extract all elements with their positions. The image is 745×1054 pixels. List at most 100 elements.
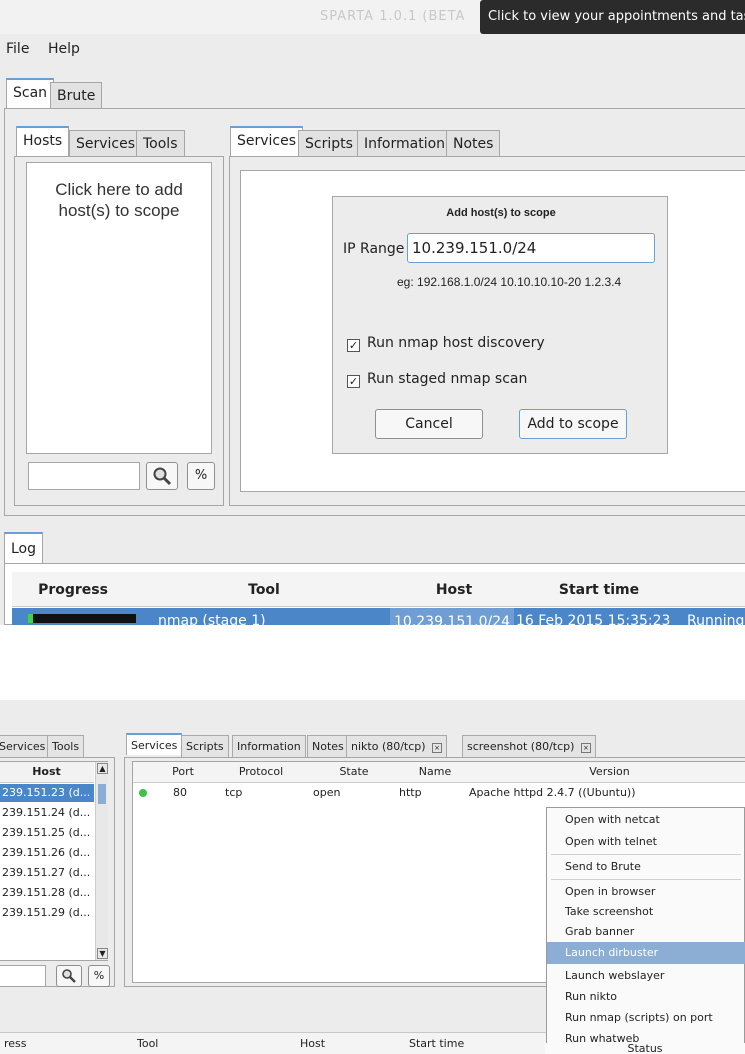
ip-range-input[interactable]: 10.239.151.0/24	[407, 233, 655, 263]
log-header-host: Host	[435, 582, 473, 598]
discovery-label[interactable]: Run nmap host discovery	[367, 335, 545, 351]
header-version: Version	[589, 765, 630, 778]
tab-scripts-2[interactable]: Scripts	[181, 735, 229, 757]
header-state: State	[339, 765, 369, 778]
tab-services[interactable]: Services	[230, 126, 304, 156]
tab-screenshot-label: screenshot (80/tcp)	[467, 740, 575, 753]
scroll-down-icon[interactable]: ▼	[97, 948, 108, 959]
menu-run-nikto[interactable]: Run nikto	[547, 986, 745, 1008]
cancel-button[interactable]: Cancel	[375, 409, 483, 439]
scroll-up-icon[interactable]: ▲	[97, 763, 108, 774]
host-row[interactable]: 239.151.28 (d...	[0, 884, 94, 902]
progress-fill	[28, 614, 34, 623]
log-header-tool: Tool	[248, 582, 280, 598]
tab-scripts[interactable]: Scripts	[298, 130, 360, 156]
hosts-placeholder[interactable]: Click here to add host(s) to scope	[41, 179, 197, 221]
host-row[interactable]: 239.151.25 (d...	[0, 824, 94, 842]
svc-port: 80	[173, 786, 187, 799]
menu-separator	[551, 854, 741, 855]
window-title: SPARTA 1.0.1 (BETA	[320, 9, 466, 24]
host-column-header: Host	[0, 762, 94, 783]
search-button[interactable]	[146, 462, 178, 490]
tab-scan[interactable]: Scan	[6, 78, 55, 108]
host-row[interactable]: 239.151.24 (d...	[0, 804, 94, 822]
menu-help[interactable]: Help	[48, 41, 80, 57]
sparta-window-bottom: Services Tools Host ▲ ▼ 239.151.23 (d...…	[0, 700, 745, 1054]
staged-checkbox[interactable]: ✓	[347, 375, 360, 388]
menu-file[interactable]: File	[6, 41, 29, 57]
menu-run-nmap-scripts[interactable]: Run nmap (scripts) on port	[547, 1007, 745, 1029]
staged-label[interactable]: Run staged nmap scan	[367, 371, 527, 387]
sparta-window-top: SPARTA 1.0.1 (BETA Click to view your ap…	[0, 0, 745, 625]
tab-information-2[interactable]: Information	[232, 735, 306, 757]
host-filter-input-2[interactable]	[0, 965, 46, 987]
log-header: Progress Tool Host Start time	[12, 572, 745, 607]
header-name: Name	[418, 765, 452, 778]
log-header-start: Start time	[558, 582, 640, 598]
close-icon[interactable]: ×	[432, 743, 443, 753]
tab-nikto[interactable]: nikto (80/tcp) ×	[346, 735, 448, 757]
tab-nikto-label: nikto (80/tcp)	[351, 740, 426, 753]
tab-notes[interactable]: Notes	[446, 130, 501, 156]
tab-hosts[interactable]: Hosts	[16, 126, 70, 156]
calendar-tooltip: Click to view your appointments and tas	[480, 0, 745, 34]
ip-example: eg: 192.168.1.0/24 10.10.10.10-20 1.2.3.…	[397, 275, 622, 289]
host-row[interactable]: 239.151.29 (d...	[0, 904, 94, 922]
search-button-2[interactable]	[56, 965, 82, 987]
host-row[interactable]: 239.151.23 (d...	[0, 784, 94, 802]
add-to-scope-button[interactable]: Add to scope	[519, 409, 627, 439]
menu-separator	[551, 879, 741, 880]
add-host-dialog: Add host(s) to scope IP Range 10.239.151…	[332, 196, 668, 454]
host-row[interactable]: 239.151.27 (d...	[0, 864, 94, 882]
header-protocol: Protocol	[238, 765, 284, 778]
filter-button[interactable]: %	[187, 462, 215, 490]
tab-brute[interactable]: Brute	[50, 82, 103, 108]
tab-log[interactable]: Log	[4, 532, 44, 564]
tab-tools[interactable]: Tools	[136, 130, 185, 156]
tab-screenshot[interactable]: screenshot (80/tcp) ×	[462, 735, 596, 757]
menu-take-screenshot[interactable]: Take screenshot	[547, 901, 745, 923]
progress-bar	[28, 614, 136, 623]
log-header-progress: Progress	[38, 582, 108, 598]
menu-open-telnet[interactable]: Open with telnet	[547, 831, 745, 853]
svc-state: open	[313, 786, 341, 799]
log-header-2: ress Tool Host Start time	[0, 1032, 546, 1054]
log2-header-progress: ress	[4, 1037, 27, 1050]
menu-open-browser[interactable]: Open in browser	[547, 881, 745, 903]
filter-button-2[interactable]: %	[88, 965, 110, 987]
ip-range-value: 10.239.151.0/24	[412, 239, 537, 257]
hosts-list[interactable]: Click here to add host(s) to scope	[26, 162, 212, 454]
log-start-time: 16 Feb 2015 15:35:23	[516, 613, 671, 625]
tab-tools-2[interactable]: Tools	[47, 735, 85, 757]
menu-launch-webslayer[interactable]: Launch webslayer	[547, 965, 745, 987]
tab-information[interactable]: Information	[357, 130, 453, 156]
menu-bar: File Help	[0, 34, 745, 66]
search-icon-2	[62, 969, 76, 983]
host-list-scrollbar[interactable]: ▲ ▼	[95, 762, 108, 960]
header-port: Port	[172, 765, 194, 778]
svc-name: http	[399, 786, 422, 799]
scrollbar-thumb[interactable]	[98, 784, 106, 804]
menu-grab-banner[interactable]: Grab banner	[547, 921, 745, 943]
host-filter-input[interactable]	[28, 462, 140, 490]
title-bar: SPARTA 1.0.1 (BETA Click to view your ap…	[0, 0, 745, 34]
tab-notes-2[interactable]: Notes	[307, 735, 349, 757]
log2-header-tool: Tool	[137, 1037, 159, 1050]
discovery-checkbox[interactable]: ✓	[347, 339, 360, 352]
filter-icon-2: %	[93, 969, 105, 982]
close-icon[interactable]: ×	[580, 743, 591, 753]
menu-launch-dirbuster[interactable]: Launch dirbuster	[547, 942, 745, 964]
service-row[interactable]: 80 tcp open http Apache httpd 2.4.7 ((Ub…	[133, 784, 745, 802]
filter-icon: %	[194, 468, 208, 483]
menu-open-netcat[interactable]: Open with netcat	[547, 809, 745, 831]
services-header: Port Protocol State Name Version	[133, 762, 745, 783]
menu-send-to-brute[interactable]: Send to Brute	[547, 856, 745, 878]
tab-services-2[interactable]: Services	[126, 733, 183, 755]
tab-services-left-2[interactable]: Services	[0, 735, 51, 757]
host-row[interactable]: 239.151.26 (d...	[0, 844, 94, 862]
svc-protocol: tcp	[225, 786, 243, 799]
log-row[interactable]: nmap (stage 1) 10.239.151.0/24 16 Feb 20…	[12, 608, 745, 625]
log-tool: nmap (stage 1)	[158, 613, 266, 625]
tab-services-left[interactable]: Services	[69, 130, 143, 156]
context-menu: Open with netcat Open with telnet Send t…	[546, 807, 745, 1054]
